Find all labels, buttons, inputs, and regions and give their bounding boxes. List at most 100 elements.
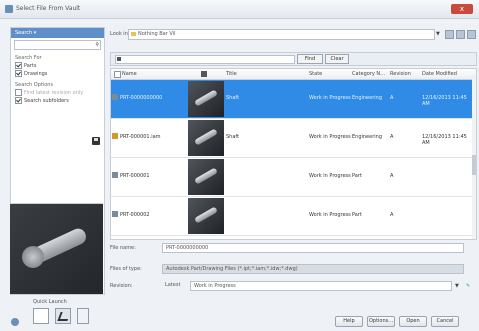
checkbox-icon[interactable] [114, 71, 121, 78]
part-file-icon [112, 94, 118, 100]
header-name[interactable]: Name [122, 71, 137, 77]
thumbnail-column-icon [201, 71, 207, 77]
check-latest-revision[interactable]: Find latest revision only [15, 89, 100, 96]
row-state: Work in Progress [309, 95, 351, 101]
row-date: 12/16/2013 11:45 AM [422, 95, 467, 107]
scrollbar-thumb[interactable] [472, 155, 476, 175]
quick-launch-new-icon[interactable] [33, 308, 49, 324]
checkbox-icon[interactable] [15, 70, 22, 77]
filter-bar: Find Clear [110, 52, 477, 66]
open-button[interactable]: Open [399, 316, 427, 327]
search-panel-header[interactable]: Search ▾ [11, 28, 104, 38]
checkbox-icon[interactable] [15, 97, 22, 104]
look-in-bar: Look in: Nothing Bar Vil ▼ [110, 28, 476, 40]
close-button[interactable]: x [451, 4, 473, 14]
thumbnail-part [194, 128, 218, 146]
check-drawings-label: Drawings [24, 70, 48, 77]
quick-launch-sketch-icon[interactable] [55, 308, 71, 324]
preview-pane [10, 203, 103, 294]
check-subfolders[interactable]: Search subfolders [15, 97, 100, 104]
quick-launch-label: Quick Launch [33, 299, 67, 305]
file-type-row: Files of type: Autodesk Part/Drawing Fil… [110, 264, 475, 274]
revision-mode[interactable]: Latest [162, 281, 188, 289]
header-date-modified[interactable]: Date Modified [422, 71, 457, 77]
row-title: Shaft [226, 95, 240, 101]
row-category: Engineering [352, 134, 382, 140]
file-type-select[interactable]: Autodesk Part/Drawing Files (*.ipt;*.iam… [162, 264, 464, 274]
row-revision: A [390, 95, 394, 101]
check-latest-revision-label: Find latest revision only [24, 89, 84, 96]
row-category: Part [352, 212, 362, 218]
header-category[interactable]: Category N... [352, 71, 385, 77]
chevron-down-icon[interactable]: ▼ [436, 31, 440, 37]
dialog-buttons: Help Options... Open Cancel [335, 316, 459, 327]
revision-select[interactable]: Work in Progress [190, 281, 452, 291]
thumbnail-part [194, 89, 218, 107]
save-search-icon[interactable] [92, 137, 100, 145]
vertical-scrollbar[interactable] [472, 79, 476, 239]
check-drawings[interactable]: Drawings [15, 70, 100, 77]
table-row[interactable]: PRT-000002 Work in Progress Part A [111, 197, 476, 236]
file-name-field[interactable]: PRT-0000000000 [162, 243, 464, 253]
table-header: Name Title State Category N... Revision … [111, 69, 476, 80]
check-parts[interactable]: Parts [15, 62, 100, 69]
row-title: Shaft [226, 134, 240, 140]
table-row[interactable]: PRT-0000000000 Shaft Work in Progress En… [111, 80, 476, 119]
row-state: Work in Progress [309, 212, 351, 218]
revision-tool-icon[interactable]: ✎ [466, 283, 470, 289]
up-folder-icon[interactable] [445, 30, 454, 39]
search-for-label: Search For [15, 55, 42, 61]
cancel-button[interactable]: Cancel [431, 316, 459, 327]
folder-icon [131, 32, 136, 36]
table-row[interactable]: PRT-000001.iam Shaft Work in Progress En… [111, 119, 476, 158]
header-checkbox[interactable] [114, 71, 121, 80]
part-file-icon [112, 172, 118, 178]
preview-hub-image [22, 246, 44, 268]
search-options-label: Search Options [15, 82, 54, 88]
thumbnail-part [194, 167, 218, 185]
options-button[interactable]: Options... [367, 316, 395, 327]
table-row[interactable]: PRT-000001 Work in Progress Part A [111, 158, 476, 197]
header-state[interactable]: State [309, 71, 322, 77]
row-revision: A [390, 173, 394, 179]
nav-buttons [445, 30, 476, 39]
checkbox-icon[interactable] [15, 89, 22, 96]
view-menu-icon[interactable] [467, 30, 476, 39]
row-name: PRT-000001.iam [120, 134, 161, 140]
revision-value: Work in Progress [194, 283, 236, 289]
row-name: PRT-000001 [120, 173, 150, 179]
title-bar: Select File From Vault x [0, 0, 479, 19]
file-table: Name Title State Category N... Revision … [110, 68, 477, 240]
look-in-combo[interactable]: Nothing Bar Vil [128, 29, 435, 40]
file-type-value: Autodesk Part/Drawing Files (*.ipt;*.iam… [166, 266, 298, 272]
clear-button[interactable]: Clear [325, 54, 349, 64]
find-button[interactable]: Find [297, 54, 323, 64]
row-revision: A [390, 134, 394, 140]
file-name-row: File name: PRT-0000000000 [110, 243, 475, 253]
new-folder-icon[interactable] [456, 30, 465, 39]
row-thumbnail [188, 81, 224, 117]
revision-mode-value: Latest [165, 282, 181, 288]
search-icon[interactable]: ⚲ [95, 42, 99, 48]
file-name-value: PRT-0000000000 [166, 245, 209, 251]
quick-launch-other-icon[interactable] [77, 308, 89, 324]
header-title[interactable]: Title [226, 71, 237, 77]
look-in-label: Look in: [110, 31, 130, 37]
row-category: Engineering [352, 95, 382, 101]
chevron-down-icon[interactable]: ▼ [455, 283, 459, 289]
help-icon[interactable] [11, 318, 19, 326]
row-name: PRT-0000000000 [120, 95, 163, 101]
row-name: PRT-000002 [120, 212, 150, 218]
row-thumbnail [188, 159, 224, 195]
row-state: Work in Progress [309, 134, 351, 140]
search-input[interactable]: ⚲ [14, 40, 101, 50]
header-revision[interactable]: Revision [390, 71, 411, 77]
checkbox-icon[interactable] [15, 62, 22, 69]
window-title: Select File From Vault [16, 5, 81, 12]
revision-row: Revision: Latest Work in Progress ▼ ✎ [110, 281, 475, 291]
row-thumbnail [188, 198, 224, 234]
check-parts-label: Parts [24, 62, 37, 69]
filter-input[interactable] [115, 55, 295, 64]
help-button[interactable]: Help [335, 316, 363, 327]
look-in-value: Nothing Bar Vil [138, 31, 176, 37]
